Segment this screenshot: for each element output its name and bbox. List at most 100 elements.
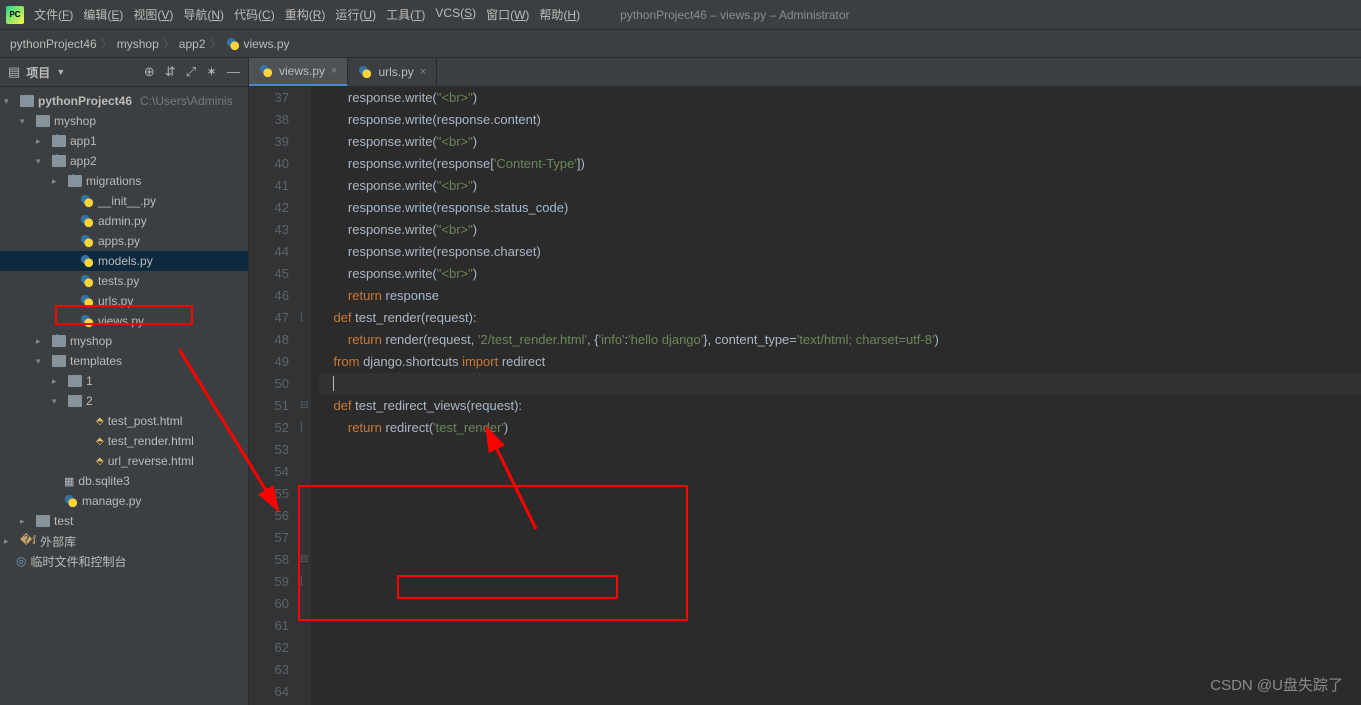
folder-icon (36, 515, 50, 527)
tree-folder-test[interactable]: ▸ test (0, 511, 248, 531)
code-line[interactable]: return render(request, '2/test_render.ht… (319, 329, 1361, 351)
tree-file-db[interactable]: ▦ db.sqlite3 (0, 471, 248, 491)
locate-icon[interactable]: ⊕ (144, 64, 155, 80)
code-line[interactable]: response.write("<br>") (319, 87, 1361, 109)
tree-file-manage[interactable]: manage.py (0, 491, 248, 511)
html-icon: ⬘ (96, 416, 104, 427)
fold-end-icon: ⌊ (300, 571, 304, 593)
file-label: url_reverse.html (108, 454, 194, 468)
file-label: views.py (98, 314, 144, 328)
window-title: pythonProject46 – views.py – Administrat… (620, 8, 849, 22)
project-tool-header: ▤ 项目 ▼ ⊕ ⇵ ⤢ ✶ — (0, 58, 248, 87)
menu-item[interactable]: 运行(U) (331, 6, 380, 23)
file-label: models.py (98, 254, 153, 268)
line-number: 41 (249, 175, 289, 197)
line-number: 63 (249, 659, 289, 681)
package-icon (52, 335, 66, 347)
tree-file[interactable]: urls.py (0, 291, 248, 311)
tree-root[interactable]: ▾ pythonProject46 C:\Users\Adminis (0, 91, 248, 111)
html-icon: ⬘ (96, 456, 104, 467)
file-label: apps.py (98, 234, 140, 248)
code-line[interactable]: from django.shortcuts import redirect (319, 351, 1361, 373)
code-content[interactable]: response.write("<br>") response.write(re… (311, 87, 1361, 705)
tree-folder-myshop2[interactable]: ▸ myshop (0, 331, 248, 351)
code-line[interactable]: response.write(response.content) (319, 109, 1361, 131)
title-bar: PC 文件(F)编辑(E)视图(V)导航(N)代码(C)重构(R)运行(U)工具… (0, 0, 1361, 30)
tree-folder-tpl2[interactable]: ▾ 2 (0, 391, 248, 411)
python-icon (80, 274, 94, 288)
breadcrumb-item[interactable]: myshop (117, 37, 159, 51)
tree-file[interactable]: ⬘test_post.html (0, 411, 248, 431)
tree-file[interactable]: tests.py (0, 271, 248, 291)
tree-folder-myshop[interactable]: ▾ myshop (0, 111, 248, 131)
collapse-icon[interactable]: ⤢ (186, 64, 196, 80)
tree-file[interactable]: views.py (0, 311, 248, 331)
breadcrumb-item[interactable]: views.py (244, 37, 290, 51)
menu-item[interactable]: 文件(F) (30, 6, 77, 23)
menu-item[interactable]: 视图(V) (129, 6, 177, 23)
menu-item[interactable]: VCS(S) (431, 6, 480, 23)
tree-file[interactable]: apps.py (0, 231, 248, 251)
code-line[interactable] (319, 373, 1361, 395)
close-icon[interactable]: × (331, 65, 337, 77)
fold-icon[interactable]: ⊟ (300, 549, 308, 571)
menu-item[interactable]: 工具(T) (382, 6, 429, 23)
fold-icon[interactable]: ⊟ (300, 395, 308, 417)
database-icon: ▦ (64, 475, 74, 488)
menu-item[interactable]: 导航(N) (179, 6, 228, 23)
tree-file[interactable]: models.py (0, 251, 248, 271)
tree-file[interactable]: admin.py (0, 211, 248, 231)
fold-end-icon: ⌊ (300, 417, 304, 439)
menu-item[interactable]: 代码(C) (230, 6, 279, 23)
project-view-icon[interactable]: ▤ (8, 64, 20, 80)
line-number: 57 (249, 527, 289, 549)
breadcrumb-item[interactable]: pythonProject46 (10, 37, 97, 51)
menu-item[interactable]: 编辑(E) (79, 6, 127, 23)
menu-item[interactable]: 窗口(W) (482, 6, 533, 23)
settings-icon[interactable]: ✶ (206, 64, 217, 80)
code-line[interactable]: response.write(response.charset) (319, 241, 1361, 263)
code-line[interactable]: response.write("<br>") (319, 175, 1361, 197)
code-line[interactable]: response.write(response.status_code) (319, 197, 1361, 219)
tree-folder-templates[interactable]: ▾ templates (0, 351, 248, 371)
menu-item[interactable]: 重构(R) (281, 6, 330, 23)
code-line[interactable]: return response (319, 285, 1361, 307)
tree-folder-migrations[interactable]: ▸ migrations (0, 171, 248, 191)
tree-folder-app1[interactable]: ▸ app1 (0, 131, 248, 151)
hide-icon[interactable]: — (227, 64, 240, 80)
tree-scratches[interactable]: ◎ 临时文件和控制台 (0, 551, 248, 571)
project-tree[interactable]: ▾ pythonProject46 C:\Users\Adminis ▾ mys… (0, 87, 248, 705)
close-icon[interactable]: × (420, 66, 426, 78)
tree-file[interactable]: ⬘ url_reverse.html (0, 451, 248, 471)
editor-tab[interactable]: urls.py× (348, 58, 437, 86)
breadcrumb-item[interactable]: app2 (179, 37, 206, 51)
code-line[interactable]: response.write(response['Content-Type']) (319, 153, 1361, 175)
tree-file[interactable]: ⬘test_render.html (0, 431, 248, 451)
tree-file[interactable]: __init__.py (0, 191, 248, 211)
fold-gutter: ⌊⊟⌊⊟⌊ (299, 87, 311, 705)
code-line[interactable]: def test_redirect_views(request): (319, 395, 1361, 417)
code-line[interactable]: response.write("<br>") (319, 131, 1361, 153)
python-icon (80, 234, 94, 248)
tree-folder-app2[interactable]: ▾ app2 (0, 151, 248, 171)
code-line[interactable]: response.write("<br>") (319, 219, 1361, 241)
editor-tab[interactable]: views.py× (249, 58, 348, 86)
code-line[interactable]: response.write("<br>") (319, 263, 1361, 285)
line-number: 40 (249, 153, 289, 175)
code-editor[interactable]: 3738394041424344454647484950515253545556… (249, 87, 1361, 705)
python-icon (80, 314, 94, 328)
line-number: 59 (249, 571, 289, 593)
chevron-icon: 〉 (210, 35, 222, 52)
scratch-icon: ◎ (16, 554, 26, 568)
tree-folder-tpl1[interactable]: ▸ 1 (0, 371, 248, 391)
tree-external-libs[interactable]: ▸�វ 外部库 (0, 531, 248, 551)
line-number: 64 (249, 681, 289, 703)
line-number: 60 (249, 593, 289, 615)
dropdown-icon[interactable]: ▼ (56, 67, 65, 77)
expand-icon[interactable]: ⇵ (165, 64, 176, 80)
code-line[interactable]: def test_render(request): (319, 307, 1361, 329)
folder-icon (20, 95, 34, 107)
code-line[interactable]: return redirect('test_render') (319, 417, 1361, 439)
menu-item[interactable]: 帮助(H) (535, 6, 584, 23)
line-number: 47 (249, 307, 289, 329)
